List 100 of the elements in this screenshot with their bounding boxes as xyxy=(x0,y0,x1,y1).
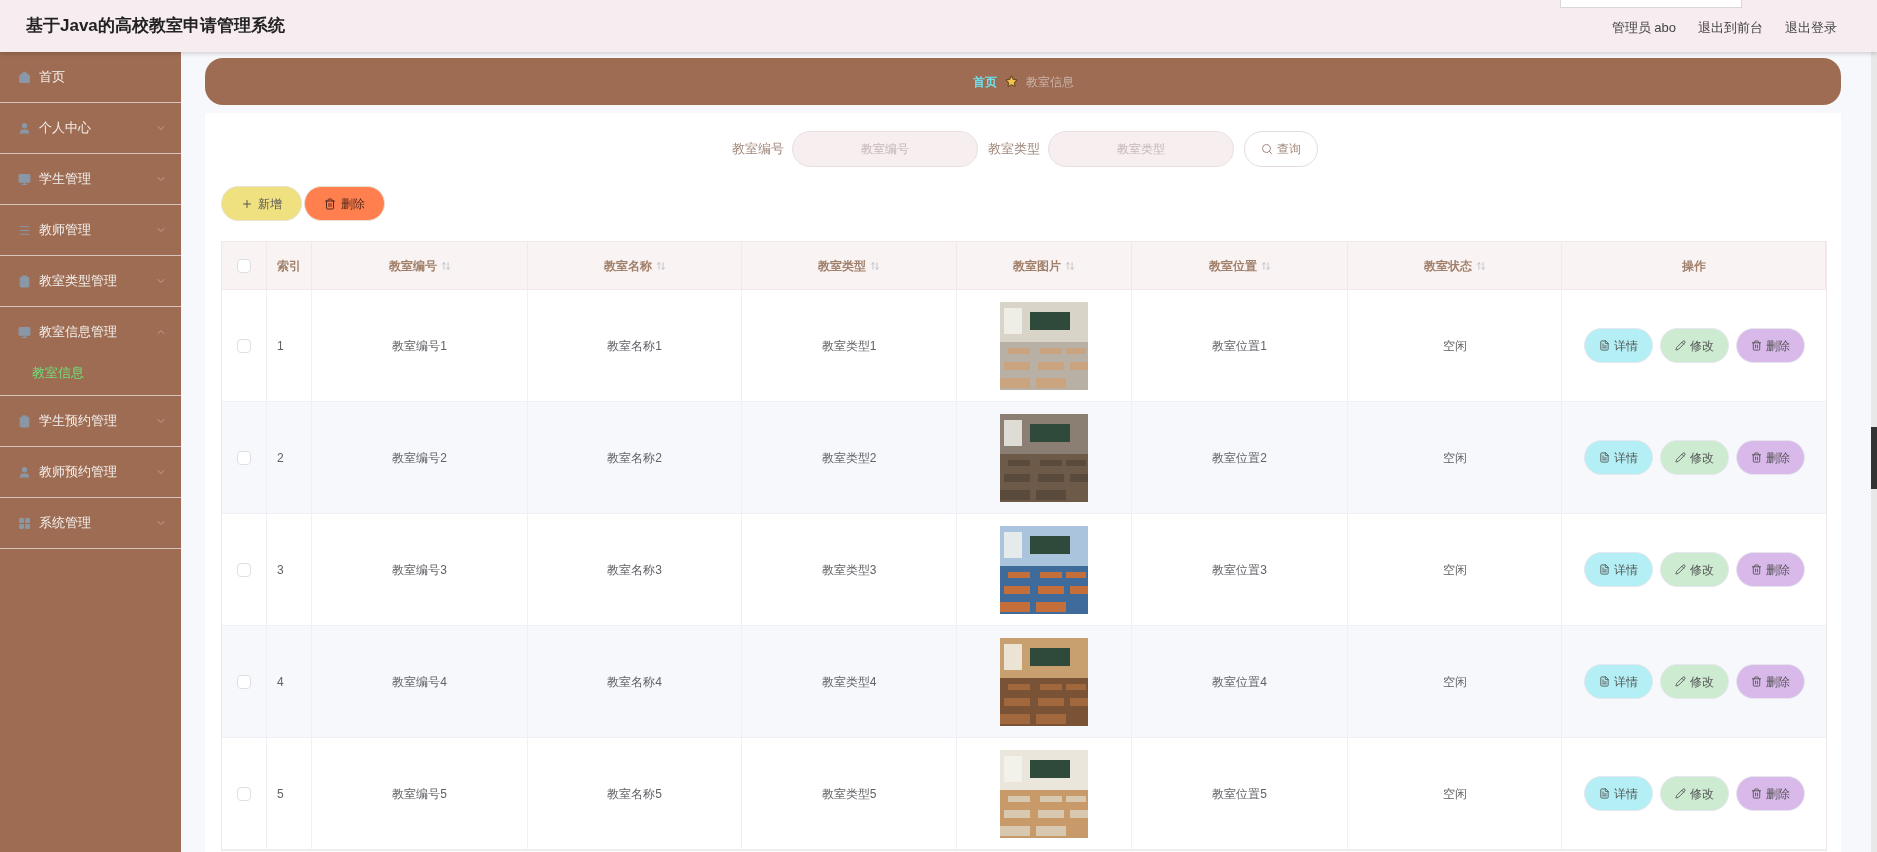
edit-button[interactable]: 修改 xyxy=(1659,664,1729,699)
trash-icon xyxy=(1750,676,1762,687)
sidebar-item[interactable]: 学生预约管理 xyxy=(0,396,181,446)
sidebar-item[interactable]: 系统管理 xyxy=(0,498,181,548)
detail-button[interactable]: 详情 xyxy=(1583,328,1653,363)
table-cell-text: 1 xyxy=(277,337,284,355)
table-cell-text: 教室编号3 xyxy=(392,561,447,579)
checkbox[interactable] xyxy=(237,786,251,801)
sidebar-item[interactable]: 首页 xyxy=(0,52,181,102)
clipboard-icon xyxy=(18,274,31,288)
table-cell-text: 教室类型5 xyxy=(821,785,877,803)
sort-icon[interactable] xyxy=(655,260,666,271)
pencil-icon xyxy=(1674,452,1686,463)
checkbox[interactable] xyxy=(237,338,251,353)
pencil-icon xyxy=(1674,788,1686,799)
table-cell-text: 教室类型1 xyxy=(821,337,877,355)
table-cell-text: 教室名称3 xyxy=(607,561,662,579)
sidebar-item[interactable]: 教师预约管理 xyxy=(0,447,181,497)
delete-button[interactable]: 删除 xyxy=(1735,328,1805,363)
sort-icon[interactable] xyxy=(440,260,451,271)
delete-button[interactable]: 删除 xyxy=(1735,664,1805,699)
sort-icon[interactable] xyxy=(1260,260,1271,271)
sidebar-item[interactable]: 教室类型管理 xyxy=(0,256,181,306)
sidebar-item[interactable]: 个人中心 xyxy=(0,103,181,153)
document-icon xyxy=(1598,564,1610,575)
table-cell-text: 教室位置2 xyxy=(1212,449,1267,467)
plus-icon xyxy=(241,197,253,210)
column-header[interactable]: 操作 xyxy=(1681,256,1706,275)
column-header[interactable]: 教室名称 xyxy=(603,256,666,275)
table-cell-text: 教室类型2 xyxy=(821,449,877,467)
table-cell-text: 教室位置4 xyxy=(1212,673,1267,691)
detail-button[interactable]: 详情 xyxy=(1583,664,1653,699)
header-link[interactable]: 退出登录 xyxy=(1785,18,1837,38)
table-cell-text: 4 xyxy=(277,673,284,691)
table-cell-text: 2 xyxy=(277,449,284,467)
breadcrumb-item[interactable]: 首页 xyxy=(972,72,997,91)
star-icon xyxy=(1004,75,1018,88)
table-cell-text: 教室类型4 xyxy=(821,673,877,691)
person-icon xyxy=(18,121,31,135)
table-cell-text: 空闲 xyxy=(1442,785,1467,803)
column-header[interactable]: 教室位置 xyxy=(1208,256,1271,275)
edit-button[interactable]: 修改 xyxy=(1659,440,1729,475)
column-header[interactable]: 教室类型 xyxy=(818,256,880,275)
trash-icon xyxy=(1750,564,1762,575)
trash-icon xyxy=(1750,340,1762,351)
table-cell-text: 教室名称4 xyxy=(607,673,662,691)
search-button[interactable]: 查询 xyxy=(1244,131,1318,167)
table-cell-text: 空闲 xyxy=(1442,337,1467,355)
detail-button[interactable]: 详情 xyxy=(1583,440,1653,475)
table-cell-text: 教室编号4 xyxy=(392,673,447,691)
document-icon xyxy=(1598,340,1610,351)
table-cell-text: 教室位置3 xyxy=(1212,561,1267,579)
sort-icon[interactable] xyxy=(870,260,880,271)
delete-button[interactable]: 删除 xyxy=(304,186,385,221)
clipboard-icon xyxy=(18,414,31,428)
sort-icon[interactable] xyxy=(1475,260,1486,271)
app-title: 基于Java的高校教室申请管理系统 xyxy=(26,15,285,38)
add-button[interactable]: 新增 xyxy=(221,186,302,221)
edit-button[interactable]: 修改 xyxy=(1659,328,1729,363)
table-cell-text: 空闲 xyxy=(1442,561,1467,579)
table-cell-text: 空闲 xyxy=(1442,673,1467,691)
table-cell-text: 教室位置1 xyxy=(1212,337,1267,355)
header-link[interactable]: 退出到前台 xyxy=(1698,18,1763,38)
detail-button[interactable]: 详情 xyxy=(1583,552,1653,587)
table-cell-text: 5 xyxy=(277,785,284,803)
field-label: 教室类型 xyxy=(988,140,1040,159)
column-header[interactable]: 教室状态 xyxy=(1423,256,1486,275)
delete-button[interactable]: 删除 xyxy=(1735,552,1805,587)
field-label: 教室编号 xyxy=(732,140,784,159)
checkbox[interactable] xyxy=(237,674,251,689)
column-header[interactable]: 索引 xyxy=(277,256,301,275)
edit-button[interactable]: 修改 xyxy=(1659,552,1729,587)
pencil-icon xyxy=(1674,340,1686,351)
trash-icon xyxy=(1750,788,1762,799)
home-icon xyxy=(18,70,31,84)
table-cell-text: 教室名称1 xyxy=(607,337,662,355)
header-link[interactable]: 管理员 abo xyxy=(1611,18,1676,38)
person-icon xyxy=(18,465,31,479)
table-cell-text: 空闲 xyxy=(1442,449,1467,467)
list-icon xyxy=(18,223,31,237)
document-icon xyxy=(1598,676,1610,687)
checkbox[interactable] xyxy=(237,562,251,577)
table-cell-text: 教室名称2 xyxy=(607,449,662,467)
table-cell-text: 教室编号5 xyxy=(392,785,447,803)
sidebar-item[interactable]: 学生管理 xyxy=(0,154,181,204)
delete-button[interactable]: 删除 xyxy=(1735,440,1805,475)
breadcrumb-item: 教室信息 xyxy=(1025,73,1074,91)
column-header[interactable]: 教室编号 xyxy=(388,256,451,275)
trash-icon xyxy=(1750,452,1762,463)
sidebar-item[interactable]: 教师管理 xyxy=(0,205,181,255)
delete-button[interactable]: 删除 xyxy=(1735,776,1805,811)
column-header[interactable]: 教室图片 xyxy=(1013,256,1075,275)
detail-button[interactable]: 详情 xyxy=(1583,776,1653,811)
search-icon xyxy=(1261,143,1273,155)
pencil-icon xyxy=(1674,676,1686,687)
edit-button[interactable]: 修改 xyxy=(1659,776,1729,811)
monitor-icon xyxy=(18,325,31,339)
checkbox[interactable] xyxy=(237,258,251,273)
sort-icon[interactable] xyxy=(1065,260,1075,271)
checkbox[interactable] xyxy=(237,450,251,465)
